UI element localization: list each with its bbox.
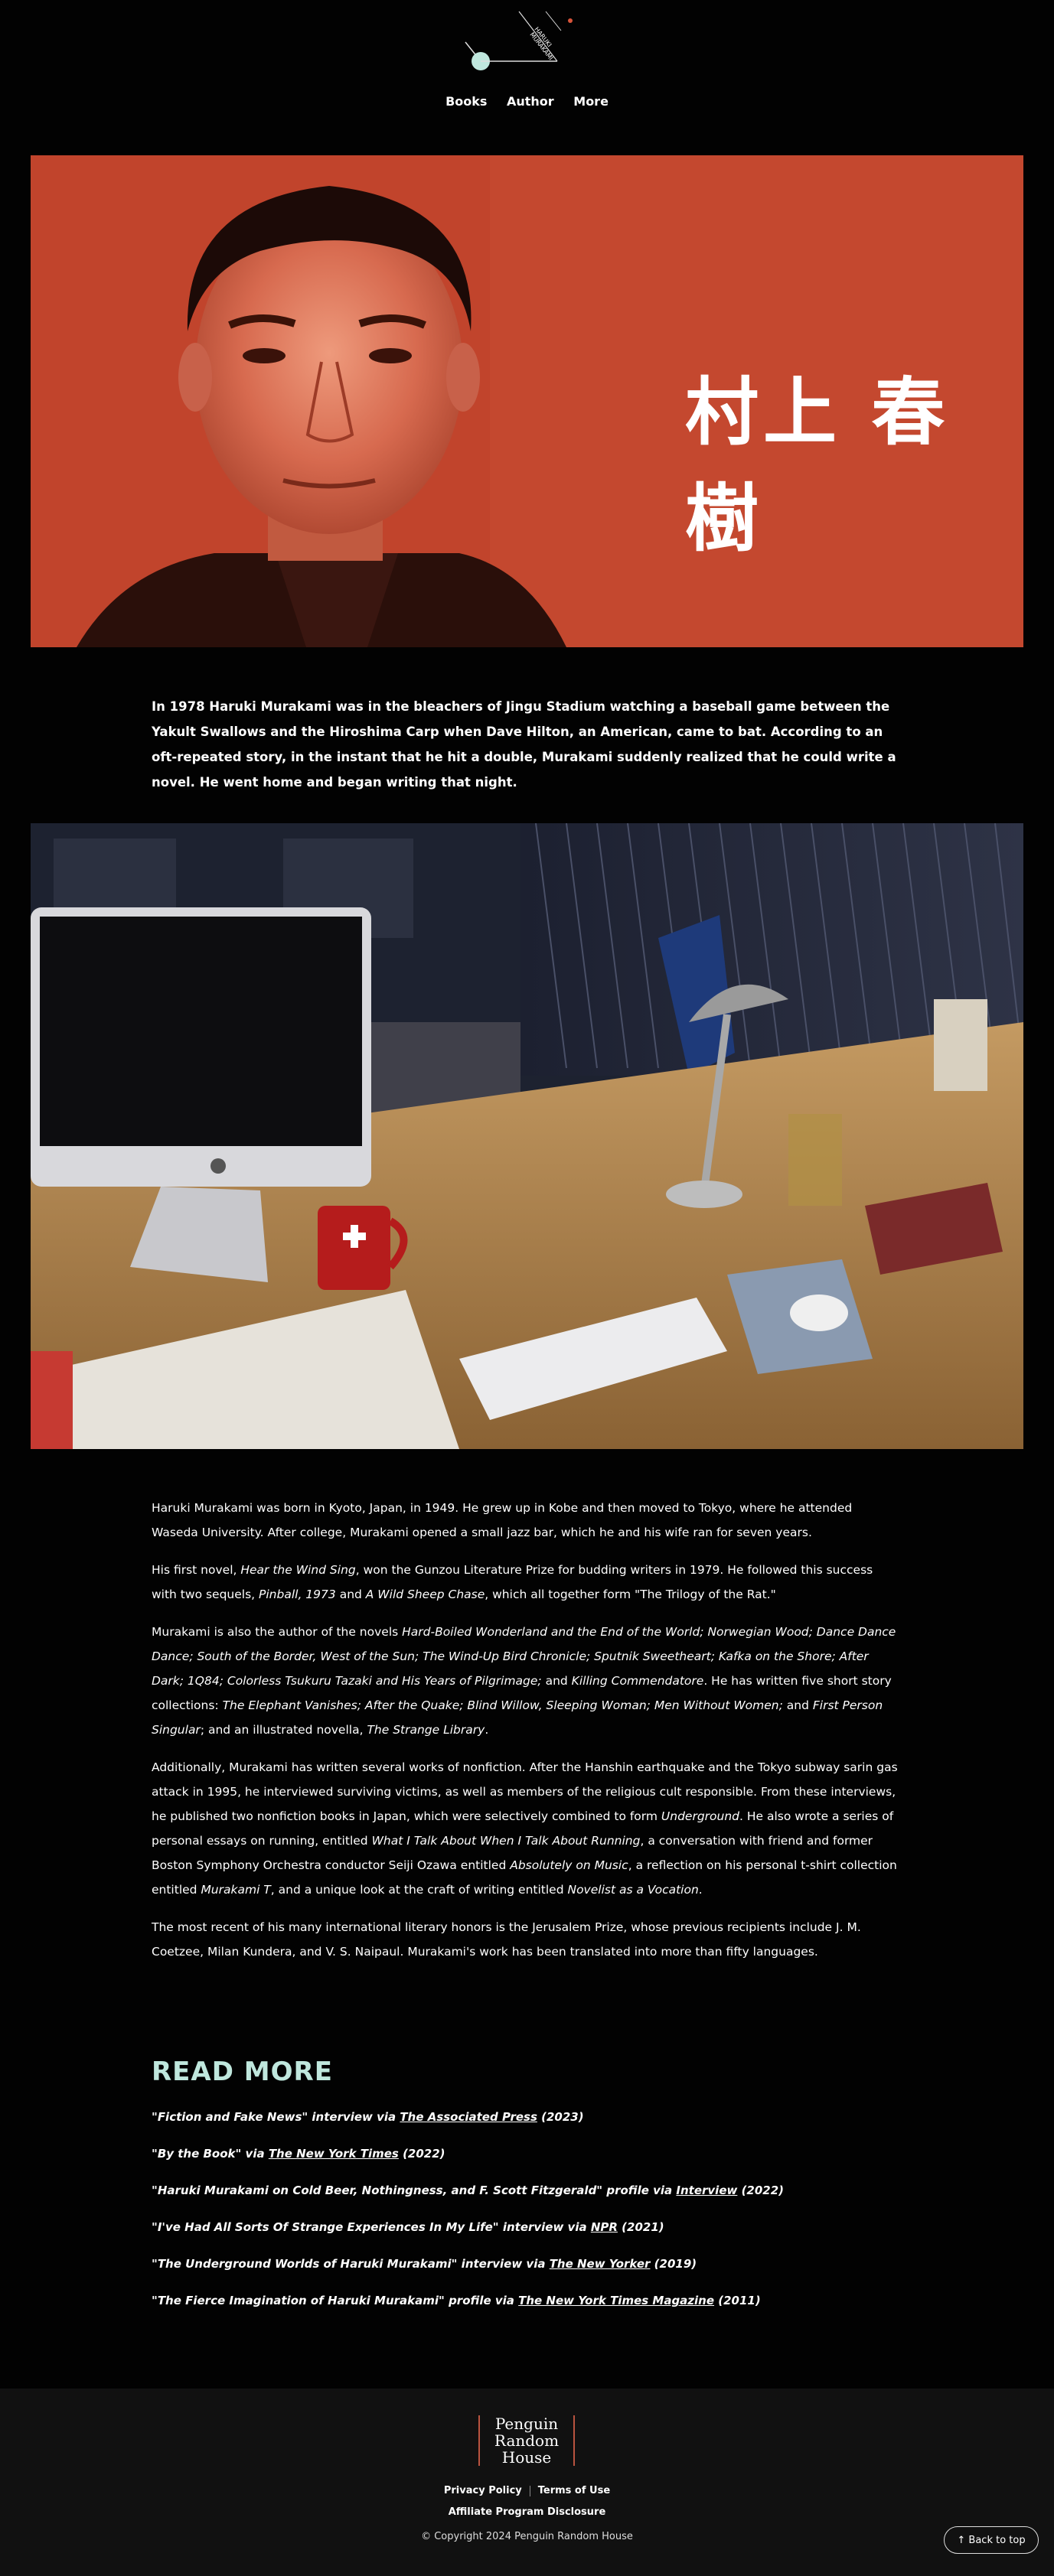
privacy-policy-link[interactable]: Privacy Policy (444, 2485, 522, 2496)
hero-banner: 村上 春樹 (31, 155, 1023, 647)
book-title: Underground (661, 1809, 740, 1823)
book-title: The Strange Library (367, 1723, 485, 1737)
book-title: Absolutely on Music (510, 1858, 628, 1872)
list-item: "By the Book" via The New York Times (20… (152, 2147, 445, 2161)
nav-books[interactable]: Books (445, 94, 487, 109)
book-title: A Wild Sheep Chase (365, 1588, 485, 1601)
arrow-up-icon: ↑ (957, 2535, 966, 2546)
affiliate-disclosure-link[interactable]: Affiliate Program Disclosure (449, 2506, 606, 2518)
book-titles: The Elephant Vanishes; After the Quake; … (222, 1698, 783, 1712)
source-link[interactable]: The New York Times (269, 2147, 399, 2161)
haruki-murakami-logo[interactable]: HARUKI MURAKAMI (458, 8, 588, 78)
source-link[interactable]: The Associated Press (400, 2110, 537, 2124)
read-more-list: "Fiction and Fake News" interview via Th… (152, 2109, 917, 2330)
book-title: Pinball, 1973 (259, 1588, 336, 1601)
book-title: What I Talk About When I Talk About Runn… (371, 1834, 641, 1848)
footer-links-2: Affiliate Program Disclosure (0, 2506, 1054, 2518)
source-link[interactable]: The New York Times Magazine (518, 2294, 714, 2307)
terms-of-use-link[interactable]: Terms of Use (538, 2485, 610, 2496)
book-title: Killing Commendatore (571, 1674, 704, 1688)
list-item: "The Fierce Imagination of Haruki Muraka… (152, 2294, 761, 2307)
source-link[interactable]: The New Yorker (550, 2257, 651, 2271)
penguin-random-house-logo[interactable]: Penguin Random House (478, 2415, 575, 2466)
footer-links: Privacy Policy Terms of Use (0, 2485, 1054, 2496)
nav-more[interactable]: More (573, 94, 609, 109)
source-link[interactable]: Interview (676, 2184, 737, 2197)
bio-paragraph-1: Haruki Murakami was born in Kyoto, Japan… (152, 1501, 853, 1539)
read-more-heading: READ MORE (152, 2057, 333, 2087)
intro-paragraph: In 1978 Haruki Murakami was in the bleac… (152, 699, 896, 790)
list-item: "Fiction and Fake News" interview via Th… (152, 2110, 584, 2124)
back-to-top-button[interactable]: ↑ Back to top (944, 2526, 1039, 2554)
book-title: Hear the Wind Sing (240, 1563, 356, 1577)
source-link[interactable]: NPR (591, 2220, 618, 2234)
hero-title: 村上 春樹 (685, 370, 950, 562)
list-item: "Haruki Murakami on Cold Beer, Nothingne… (152, 2184, 785, 2197)
list-item: "I've Had All Sorts Of Strange Experienc… (152, 2220, 664, 2234)
biography: Haruki Murakami was born in Kyoto, Japan… (152, 1496, 902, 1977)
site-footer: Penguin Random House Privacy Policy Terms… (0, 2389, 1054, 2576)
nav-author[interactable]: Author (507, 94, 554, 109)
desk-illustration (31, 823, 1023, 1449)
list-item: "The Underground Worlds of Haruki Muraka… (152, 2257, 697, 2271)
desk-photo (31, 823, 1023, 1449)
bio-paragraph-5: The most recent of his many internationa… (152, 1920, 861, 1959)
site-header: HARUKI MURAKAMI Books Author More (0, 0, 1054, 138)
main-nav: Books Author More (0, 94, 1054, 109)
book-title: Murakami T (201, 1883, 271, 1897)
bio-paragraph-3: Murakami is also the author of the novel… (152, 1625, 896, 1737)
bio-paragraph-2: His first novel, Hear the Wind Sing, won… (152, 1563, 873, 1601)
copyright: © Copyright 2024 Penguin Random House (421, 2531, 633, 2542)
book-title: Novelist as a Vocation (567, 1883, 699, 1897)
bio-paragraph-4: Additionally, Murakami has written sever… (152, 1760, 898, 1897)
